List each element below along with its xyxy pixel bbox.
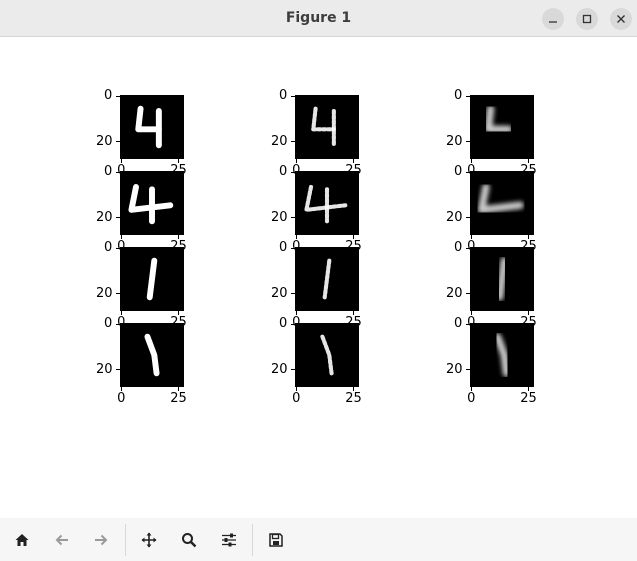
- y-tick-label: 20: [271, 361, 288, 377]
- digit-image-r1-c3: [470, 95, 534, 159]
- minimize-button[interactable]: [542, 8, 564, 30]
- maximize-button[interactable]: [576, 8, 598, 30]
- x-tick-label: 0: [117, 391, 126, 406]
- y-tick-mark: [291, 323, 295, 325]
- y-tick-label: 0: [104, 164, 113, 180]
- y-tick-label: 20: [96, 209, 113, 225]
- forward-button[interactable]: [88, 527, 114, 553]
- y-tick-mark: [466, 323, 470, 325]
- y-tick-mark: [466, 369, 470, 371]
- y-tick-mark: [291, 95, 295, 97]
- navigation-toolbar: [0, 518, 637, 561]
- pan-icon: [141, 532, 157, 548]
- y-tick-label: 20: [271, 209, 288, 225]
- digit-image-r4-c2: [295, 323, 359, 387]
- y-tick-mark: [466, 247, 470, 249]
- digit-image-r3-c3: [470, 247, 534, 311]
- y-tick-mark: [466, 217, 470, 219]
- zoom-icon: [182, 533, 197, 548]
- digit-image-r2-c1: [120, 171, 184, 235]
- y-tick-mark: [291, 369, 295, 371]
- y-tick-mark: [466, 171, 470, 173]
- x-tick-label: 0: [467, 391, 476, 406]
- y-tick-label: 20: [96, 133, 113, 149]
- y-tick-mark: [291, 141, 295, 143]
- back-icon: [55, 534, 68, 546]
- digit-image-r3-c1: [120, 247, 184, 311]
- y-tick-label: 0: [104, 316, 113, 332]
- y-tick-mark: [116, 171, 120, 173]
- y-tick-mark: [291, 217, 295, 219]
- close-button[interactable]: [610, 8, 632, 30]
- configure-icon: [222, 533, 236, 547]
- y-tick-mark: [291, 171, 295, 173]
- y-tick-label: 20: [446, 361, 463, 377]
- digit-image-r3-c2: [295, 247, 359, 311]
- x-tick-label: 25: [520, 391, 537, 406]
- y-tick-label: 20: [271, 285, 288, 301]
- y-tick-label: 20: [96, 361, 113, 377]
- toolbar-separator: [125, 524, 126, 556]
- digit-image-r2-c2: [295, 171, 359, 235]
- y-tick-label: 0: [454, 240, 463, 256]
- y-tick-label: 0: [104, 88, 113, 104]
- x-tick-label: 25: [345, 391, 362, 406]
- maximize-icon: [582, 14, 592, 24]
- y-tick-label: 0: [454, 88, 463, 104]
- y-tick-label: 0: [454, 316, 463, 332]
- back-button[interactable]: [49, 527, 75, 553]
- digit-image-r2-c3: [470, 171, 534, 235]
- y-tick-mark: [291, 247, 295, 249]
- forward-icon: [95, 534, 108, 546]
- y-tick-label: 0: [454, 164, 463, 180]
- save-button[interactable]: [263, 527, 289, 553]
- digit-image-r4-c1: [120, 323, 184, 387]
- y-tick-mark: [466, 293, 470, 295]
- close-icon: [617, 15, 625, 23]
- y-tick-mark: [116, 369, 120, 371]
- digit-image-r1-c1: [120, 95, 184, 159]
- y-tick-mark: [291, 293, 295, 295]
- y-tick-label: 20: [446, 285, 463, 301]
- digit-image-r1-c2: [295, 95, 359, 159]
- y-tick-label: 0: [279, 240, 288, 256]
- window-titlebar: Figure 1: [0, 0, 637, 37]
- y-tick-mark: [116, 141, 120, 143]
- y-tick-mark: [116, 217, 120, 219]
- y-tick-mark: [466, 95, 470, 97]
- y-tick-label: 20: [446, 209, 463, 225]
- y-tick-label: 20: [446, 133, 463, 149]
- home-icon: [15, 534, 29, 546]
- figure-canvas[interactable]: 020025 020025 020025 020025 020025 02002…: [0, 37, 637, 518]
- x-tick-label: 0: [292, 391, 301, 406]
- y-tick-mark: [116, 293, 120, 295]
- minimize-icon: [549, 21, 557, 23]
- digit-image-r4-c3: [470, 323, 534, 387]
- y-tick-mark: [466, 141, 470, 143]
- y-tick-label: 0: [104, 240, 113, 256]
- y-tick-label: 0: [279, 164, 288, 180]
- home-button[interactable]: [9, 527, 35, 553]
- y-tick-mark: [116, 95, 120, 97]
- pan-button[interactable]: [136, 527, 162, 553]
- y-tick-label: 20: [271, 133, 288, 149]
- save-icon: [269, 533, 283, 547]
- zoom-button[interactable]: [176, 527, 202, 553]
- configure-subplots-button[interactable]: [216, 527, 242, 553]
- x-tick-label: 25: [170, 391, 187, 406]
- y-tick-label: 0: [279, 88, 288, 104]
- y-tick-mark: [116, 247, 120, 249]
- y-tick-label: 20: [96, 285, 113, 301]
- toolbar-separator: [252, 524, 253, 556]
- y-tick-label: 0: [279, 316, 288, 332]
- y-tick-mark: [116, 323, 120, 325]
